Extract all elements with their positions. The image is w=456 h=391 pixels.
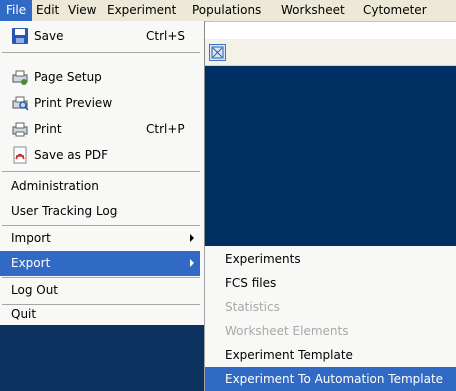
menu-separator <box>2 171 200 172</box>
menu-file[interactable]: File <box>0 0 33 21</box>
menu-item-quit[interactable]: Quit <box>0 302 200 327</box>
menu-item-save[interactable]: Save Ctrl+S <box>0 24 200 49</box>
export-submenu: Experiments FCS files Statistics Workshe… <box>204 246 456 391</box>
menu-cytometer[interactable]: Cytometer <box>357 0 433 21</box>
menu-separator <box>2 52 200 53</box>
menu-item-save-as-pdf[interactable]: Save as PDF <box>0 143 200 168</box>
fit-view-icon <box>211 46 224 59</box>
pdf-icon <box>11 146 29 164</box>
submenu-item-experiments[interactable]: Experiments <box>205 247 456 271</box>
menu-item-page-setup[interactable]: Page Setup <box>0 65 200 90</box>
submenu-item-experiment-to-automation-template[interactable]: Experiment To Automation Template <box>205 367 456 391</box>
submenu-item-fcs-files[interactable]: FCS files <box>205 271 456 295</box>
menu-background-dark <box>0 325 204 391</box>
menu-item-export[interactable]: Export <box>0 251 200 276</box>
print-preview-icon <box>11 94 29 112</box>
menu-worksheet[interactable]: Worksheet <box>275 0 351 21</box>
menu-populations[interactable]: Populations <box>186 0 267 21</box>
menu-item-log-out[interactable]: Log Out <box>0 278 200 303</box>
menu-item-print[interactable]: Print Ctrl+P <box>0 117 200 142</box>
menu-item-user-tracking-log[interactable]: User Tracking Log <box>0 199 200 224</box>
submenu-item-worksheet-elements: Worksheet Elements <box>225 324 349 338</box>
menu-experiment[interactable]: Experiment <box>101 0 182 21</box>
floppy-disk-icon <box>11 27 29 45</box>
submenu-arrow-icon <box>190 259 194 267</box>
menu-item-import[interactable]: Import <box>0 226 200 251</box>
toolbar <box>204 39 456 66</box>
submenu-arrow-icon <box>190 234 194 242</box>
menu-view[interactable]: View <box>62 0 102 21</box>
menu-bar: File Edit View Experiment Populations Wo… <box>0 0 456 22</box>
page-setup-icon <box>11 68 29 86</box>
printer-icon <box>11 120 29 138</box>
toolbar-layout-button[interactable] <box>209 44 226 61</box>
file-menu: Save Ctrl+S Page Setup Print Preview Pri… <box>0 21 205 391</box>
menu-item-administration[interactable]: Administration <box>0 174 200 199</box>
submenu-item-experiment-template[interactable]: Experiment Template <box>205 343 456 367</box>
submenu-item-statistics: Statistics <box>225 300 280 314</box>
menu-item-print-preview[interactable]: Print Preview <box>0 91 200 116</box>
menu-edit[interactable]: Edit <box>30 0 65 21</box>
